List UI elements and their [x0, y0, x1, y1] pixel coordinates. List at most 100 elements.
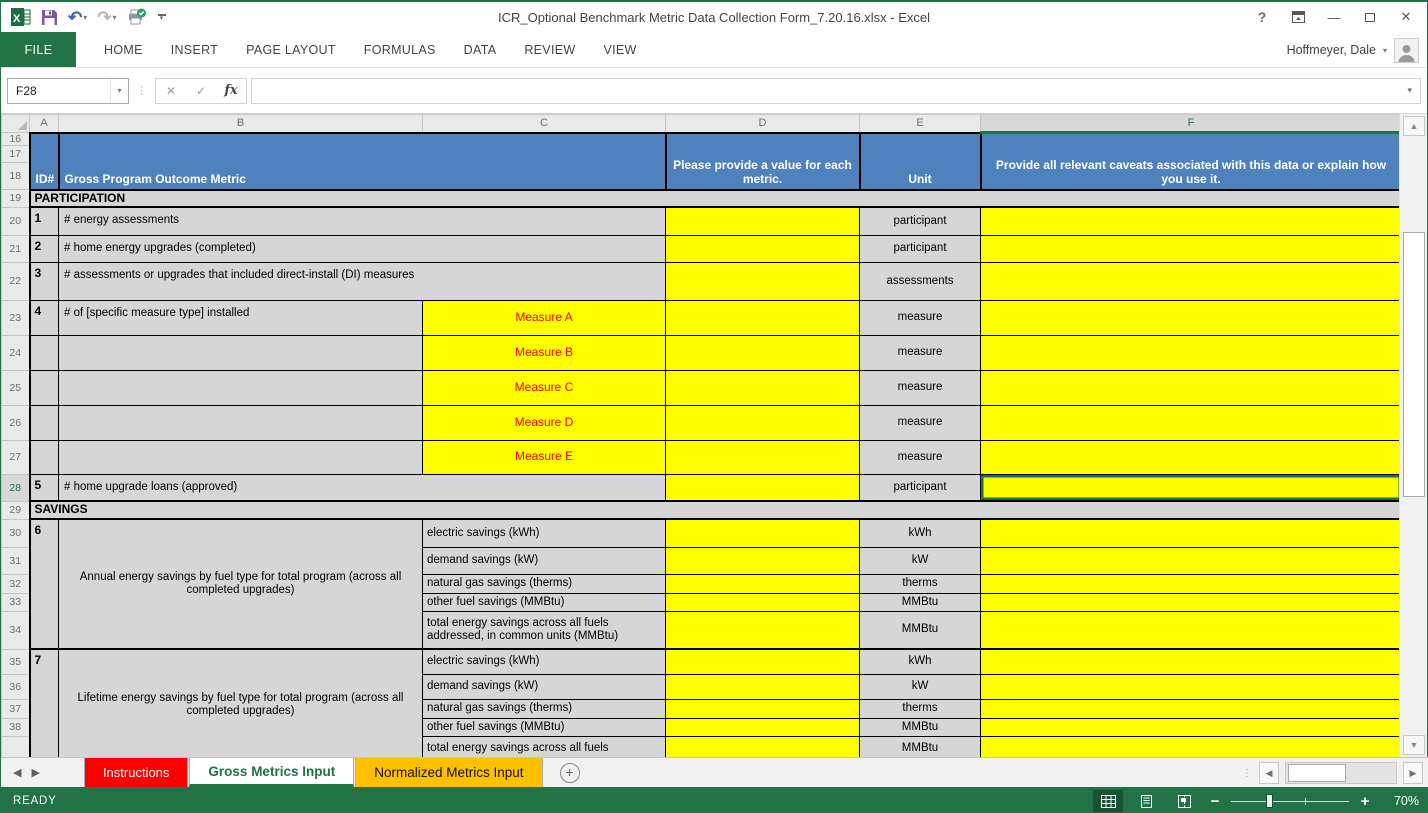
sheet-nav-left-icon[interactable]: ◀	[13, 766, 21, 779]
group-label-cell[interactable]: Annual energy savings by fuel type for t…	[59, 519, 423, 649]
sheet-tab-gross-metrics-input[interactable]: Gross Metrics Input	[189, 758, 354, 787]
value-input-cell[interactable]	[666, 574, 860, 593]
row-header-38[interactable]: 38	[2, 718, 30, 736]
sheet-nav-right-icon[interactable]: ▶	[31, 766, 39, 779]
submetric-cell[interactable]: electric savings (kWh)	[423, 519, 666, 547]
name-box-dropdown[interactable]: ▾	[110, 79, 128, 103]
row-header-21[interactable]: 21	[2, 235, 30, 262]
page-layout-view-icon[interactable]	[1131, 790, 1161, 812]
row-header-31[interactable]: 31	[2, 547, 30, 574]
value-input-cell[interactable]	[981, 574, 1402, 593]
scroll-down-icon[interactable]: ▼	[1403, 735, 1425, 755]
id-cell[interactable]	[30, 335, 59, 370]
unit-cell[interactable]: MMBtu	[860, 718, 981, 736]
submetric-cell[interactable]: other fuel savings (MMBtu)	[423, 718, 666, 736]
avatar[interactable]	[1394, 38, 1419, 63]
close-button[interactable]: ✕	[1389, 5, 1423, 29]
unit-cell[interactable]: participant	[860, 474, 981, 501]
unit-cell[interactable]: MMBtu	[860, 736, 981, 757]
value-input-cell[interactable]	[666, 370, 860, 405]
unit-cell[interactable]: kW	[860, 674, 981, 699]
metric-cell[interactable]: # home energy upgrades (completed)	[59, 235, 666, 262]
table-header-cell[interactable]: Please provide a value for each metric.	[666, 133, 860, 190]
row-header-27[interactable]: 27	[2, 440, 30, 474]
new-sheet-button[interactable]: +	[560, 763, 580, 783]
tab-data[interactable]: DATA	[450, 32, 511, 67]
table-header-cell[interactable]: Unit	[860, 133, 981, 190]
column-header-e[interactable]: E	[860, 115, 981, 133]
unit-cell[interactable]: MMBtu	[860, 611, 981, 649]
metric-cell[interactable]	[59, 335, 423, 370]
value-input-cell[interactable]	[666, 736, 860, 757]
row-header-16[interactable]: 16	[2, 133, 30, 146]
unit-cell[interactable]: therms	[860, 699, 981, 718]
value-input-cell[interactable]	[981, 611, 1402, 649]
measure-name-cell[interactable]: Measure C	[423, 370, 666, 405]
row-header-22[interactable]: 22	[2, 262, 30, 300]
value-input-cell[interactable]	[666, 440, 860, 474]
measure-name-cell[interactable]: Measure E	[423, 440, 666, 474]
horizontal-scroll-thumb[interactable]	[1288, 764, 1346, 782]
sheet-tab-instructions[interactable]: Instructions	[84, 758, 188, 787]
value-input-cell[interactable]	[981, 207, 1402, 235]
value-input-cell[interactable]	[981, 335, 1402, 370]
row-header-partial[interactable]	[2, 736, 30, 757]
value-input-cell[interactable]	[666, 262, 860, 300]
value-input-cell[interactable]	[666, 519, 860, 547]
unit-cell[interactable]: measure	[860, 300, 981, 335]
horizontal-scrollbar[interactable]	[1285, 762, 1397, 784]
column-header-c[interactable]: C	[423, 115, 666, 133]
value-input-cell[interactable]	[666, 674, 860, 699]
select-all-corner[interactable]	[2, 115, 30, 133]
normal-view-icon[interactable]	[1093, 790, 1123, 812]
table-header-cell[interactable]: ID#	[30, 133, 59, 190]
vertical-scrollbar[interactable]: ▲ ▼	[1399, 114, 1427, 757]
unit-cell[interactable]: MMBtu	[860, 593, 981, 611]
submetric-cell[interactable]: total energy savings across all fuels ad…	[423, 611, 666, 649]
row-header-28[interactable]: 28	[2, 474, 30, 501]
value-input-cell[interactable]	[981, 405, 1402, 440]
metric-cell[interactable]	[59, 405, 423, 440]
redo-button[interactable]: ↷▾	[94, 6, 119, 28]
id-cell[interactable]: 7	[30, 649, 59, 757]
metric-cell[interactable]: # of [specific measure type] installed	[59, 300, 423, 335]
unit-cell[interactable]: measure	[860, 405, 981, 440]
row-header-36[interactable]: 36	[2, 674, 30, 699]
id-cell[interactable]	[30, 440, 59, 474]
value-input-cell[interactable]	[981, 718, 1402, 736]
maximize-button[interactable]	[1353, 5, 1387, 29]
value-input-cell[interactable]	[666, 699, 860, 718]
value-input-cell[interactable]	[981, 235, 1402, 262]
tab-page-layout[interactable]: PAGE LAYOUT	[232, 32, 350, 67]
measure-name-cell[interactable]: Measure A	[423, 300, 666, 335]
value-input-cell[interactable]	[981, 736, 1402, 757]
expand-formula-bar-icon[interactable]: ▾	[1407, 85, 1420, 96]
row-header-19[interactable]: 19	[2, 190, 30, 208]
id-cell[interactable]: 3	[30, 262, 59, 300]
undo-button[interactable]: ↶▾	[65, 6, 90, 28]
tab-home[interactable]: HOME	[90, 32, 157, 67]
tab-formulas[interactable]: FORMULAS	[350, 32, 450, 67]
scroll-up-icon[interactable]: ▲	[1403, 116, 1425, 136]
unit-cell[interactable]: assessments	[860, 262, 981, 300]
cancel-icon[interactable]: ✕	[156, 84, 186, 98]
insert-function-icon[interactable]: fx	[216, 83, 246, 98]
value-input-cell[interactable]	[666, 547, 860, 574]
id-cell[interactable]: 6	[30, 519, 59, 649]
id-cell[interactable]	[30, 405, 59, 440]
column-header-a[interactable]: A	[30, 115, 59, 133]
value-input-cell[interactable]	[981, 262, 1402, 300]
ribbon-display-options-button[interactable]	[1281, 5, 1315, 29]
save-icon[interactable]	[38, 6, 61, 28]
group-label-cell[interactable]: Lifetime energy savings by fuel type for…	[59, 649, 423, 757]
quick-print-check-icon[interactable]	[124, 6, 150, 28]
value-input-cell[interactable]	[666, 300, 860, 335]
column-header-f[interactable]: F	[981, 115, 1402, 133]
value-input-cell[interactable]	[666, 474, 860, 501]
minimize-button[interactable]: —	[1317, 5, 1351, 29]
value-input-cell[interactable]	[981, 370, 1402, 405]
row-header-25[interactable]: 25	[2, 370, 30, 405]
id-cell[interactable]	[30, 370, 59, 405]
page-break-preview-icon[interactable]	[1169, 790, 1199, 812]
id-cell[interactable]: 2	[30, 235, 59, 262]
